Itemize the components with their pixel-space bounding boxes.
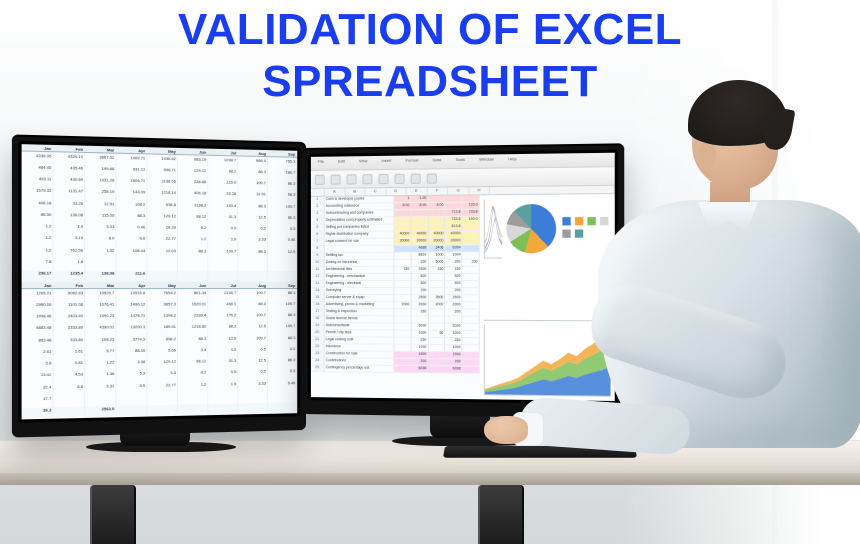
toolbar-icon	[378, 173, 388, 183]
toolbar-icon	[331, 174, 341, 184]
headline-line1: VALIDATION OF EXCEL	[0, 4, 860, 56]
desk-leg-left	[90, 485, 136, 544]
keyboard	[443, 446, 637, 458]
monitor-left: JanFebMarAprMayJunJulAugSep4336.954329.1…	[12, 134, 306, 437]
headline-line2: SPREADSHEET	[0, 56, 860, 108]
pie-chart-legend	[562, 217, 610, 240]
secondary-screen	[616, 327, 719, 401]
monitor-right: FileEditViewInsertFormatDataToolsWindowH…	[302, 143, 624, 418]
toolbar-icon	[411, 173, 421, 183]
toolbar-icon	[347, 174, 357, 184]
spreadsheet-rows: 1Cash & developer copies11.002Accounting…	[311, 195, 480, 399]
toolbar-icon	[427, 173, 437, 183]
toolbar-icon	[362, 174, 372, 184]
stacked-area-chart	[484, 325, 611, 397]
toolbar-icon	[395, 173, 405, 183]
toolbar-icon	[315, 174, 325, 184]
desk-edge	[0, 473, 860, 485]
monitor-right-screen: FileEditViewInsertFormatDataToolsWindowH…	[311, 153, 615, 401]
stacked-bar-chart	[484, 262, 611, 321]
desk-leg-right	[478, 485, 524, 544]
pie-chart	[506, 198, 610, 258]
page-title: VALIDATION OF EXCEL SPREADSHEET	[0, 4, 860, 108]
line-chart	[484, 199, 502, 258]
monitor-left-screen: JanFebMarAprMayJunJulAugSep4336.954329.1…	[22, 144, 298, 419]
pie-chart-pie	[506, 204, 556, 253]
charts-panel	[480, 194, 615, 401]
